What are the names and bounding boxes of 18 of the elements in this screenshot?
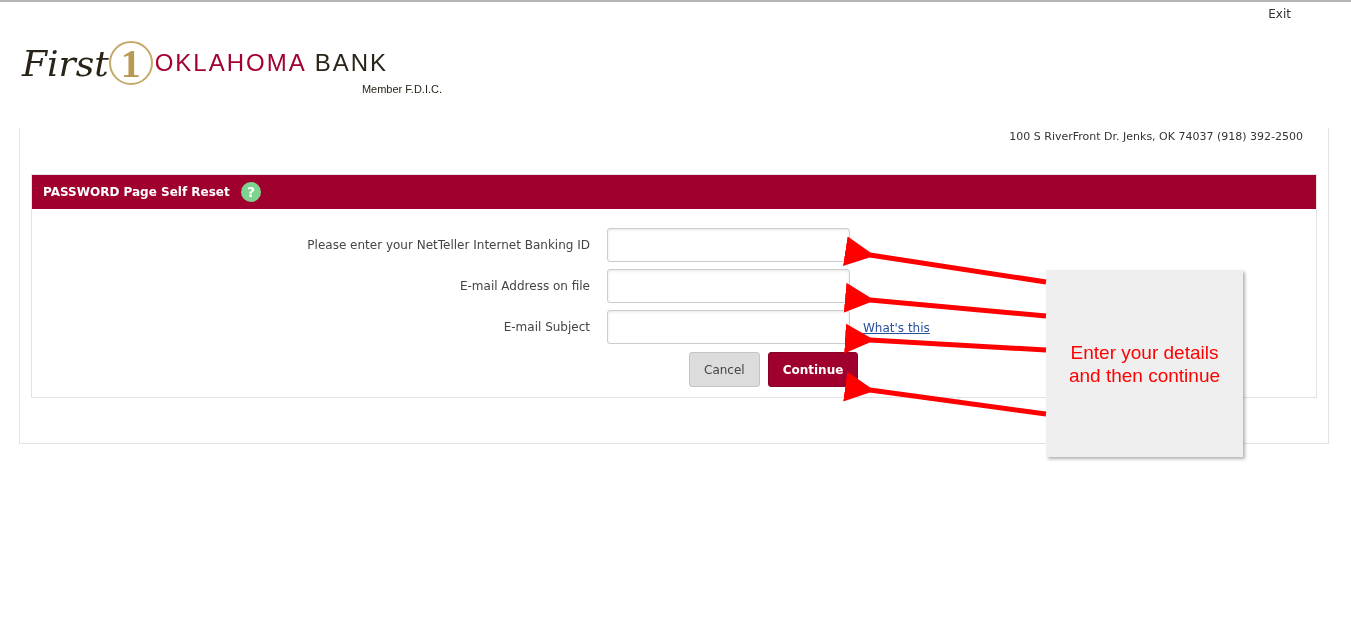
whats-this-link[interactable]: What's this [863,320,930,335]
input-field[interactable] [607,310,850,344]
callout-text: Enter your details and then continue [1068,340,1221,387]
logo-name-text: OKLAHOMA [154,49,307,77]
logo-script-text: First [22,42,109,84]
logo-suffix-text: BANK [314,49,389,77]
field-label: E-mail Subject [502,320,591,334]
panel-title: PASSWORD Page Self Reset [43,185,231,199]
logo-tagline: Member F.D.I.C. [361,83,442,95]
input-field[interactable] [607,228,850,262]
continue-button[interactable]: Continue [767,352,859,387]
input-field[interactable] [607,269,850,303]
field-label: Please enter your NetTeller Internet Banking ID [306,238,591,252]
cancel-button[interactable]: Cancel [689,352,760,387]
field-label: E-mail Address on file [458,279,591,293]
exit-link[interactable]: Exit [1268,7,1291,27]
bank-address: 100 S RiverFront Dr. Jenks, OK 74037 (918) 392-2500 [1009,130,1303,145]
logo-numeral: 1 [108,41,153,85]
